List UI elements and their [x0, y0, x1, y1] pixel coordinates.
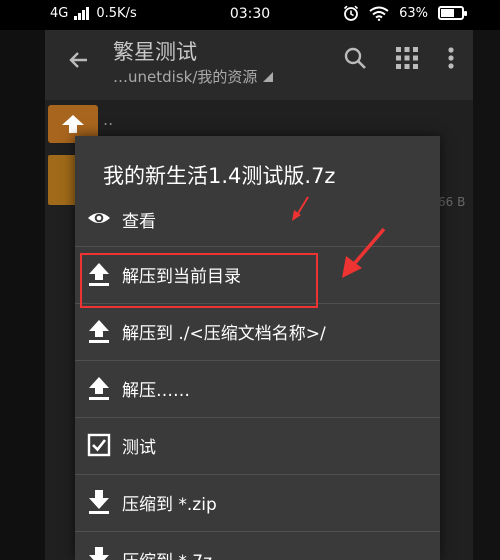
menu-item-label: 解压到 ./<压缩文档名称>/ — [122, 324, 326, 344]
menu-item-label: 查看 — [122, 211, 156, 232]
menu-item-extract-to-folder[interactable]: 解压到 ./<压缩文档名称>/ — [75, 303, 440, 359]
annotation-arrow-small — [292, 196, 309, 221]
status-bar: 4G 0.5K/s 03:30 63% — [0, 0, 500, 30]
archive-options-dialog: 我的新生活1.4测试版.7z 查看 解压到当前目录 解压到 ./<压缩文档名称>… — [75, 136, 440, 560]
status-right: 63% — [343, 5, 467, 21]
download-icon — [89, 547, 109, 560]
battery-percent: 63% — [399, 5, 428, 21]
menu-item-label: 测试 — [122, 438, 156, 458]
menu-item-compress-zip[interactable]: 压缩到 *.zip — [75, 474, 440, 530]
highlight-box — [80, 253, 318, 308]
annotation-arrow-large — [342, 227, 386, 278]
menu-item-test[interactable]: 测试 — [75, 417, 440, 473]
app-bar: 繁星测试 …unetdisk/我的资源 — [45, 30, 473, 100]
dialog-title: 我的新生活1.4测试版.7z — [103, 164, 336, 188]
wifi-icon — [369, 6, 389, 21]
current-path: …unetdisk/我的资源 — [113, 68, 258, 86]
background-left — [0, 30, 45, 560]
check-box-icon — [87, 433, 111, 457]
back-arrow-icon[interactable] — [67, 48, 91, 72]
eye-icon — [88, 213, 110, 223]
file-size: 66 B — [438, 195, 466, 209]
menu-item-compress-7z[interactable]: 压缩到 *.7z — [75, 531, 440, 560]
more-vert-icon[interactable] — [447, 46, 455, 70]
download-icon — [89, 490, 109, 514]
battery-level — [441, 9, 454, 17]
grid-view-icon[interactable] — [395, 46, 419, 70]
dropdown-triangle-icon — [263, 71, 274, 82]
search-icon[interactable] — [343, 46, 367, 70]
menu-item-extract[interactable]: 解压…… — [75, 360, 440, 416]
app-title: 繁星测试 — [113, 40, 197, 64]
upload-icon — [89, 320, 109, 343]
menu-item-label: 解压…… — [122, 381, 190, 401]
upload-icon — [89, 377, 109, 400]
battery-icon — [438, 6, 467, 20]
menu-item-label: 压缩到 *.zip — [122, 495, 217, 515]
path-dropdown[interactable]: …unetdisk/我的资源 — [113, 66, 274, 87]
alarm-icon — [344, 5, 359, 21]
app-bar-actions — [343, 46, 455, 70]
parent-folder-label[interactable]: .. — [103, 110, 113, 129]
menu-item-label: 压缩到 *.7z — [122, 547, 212, 560]
